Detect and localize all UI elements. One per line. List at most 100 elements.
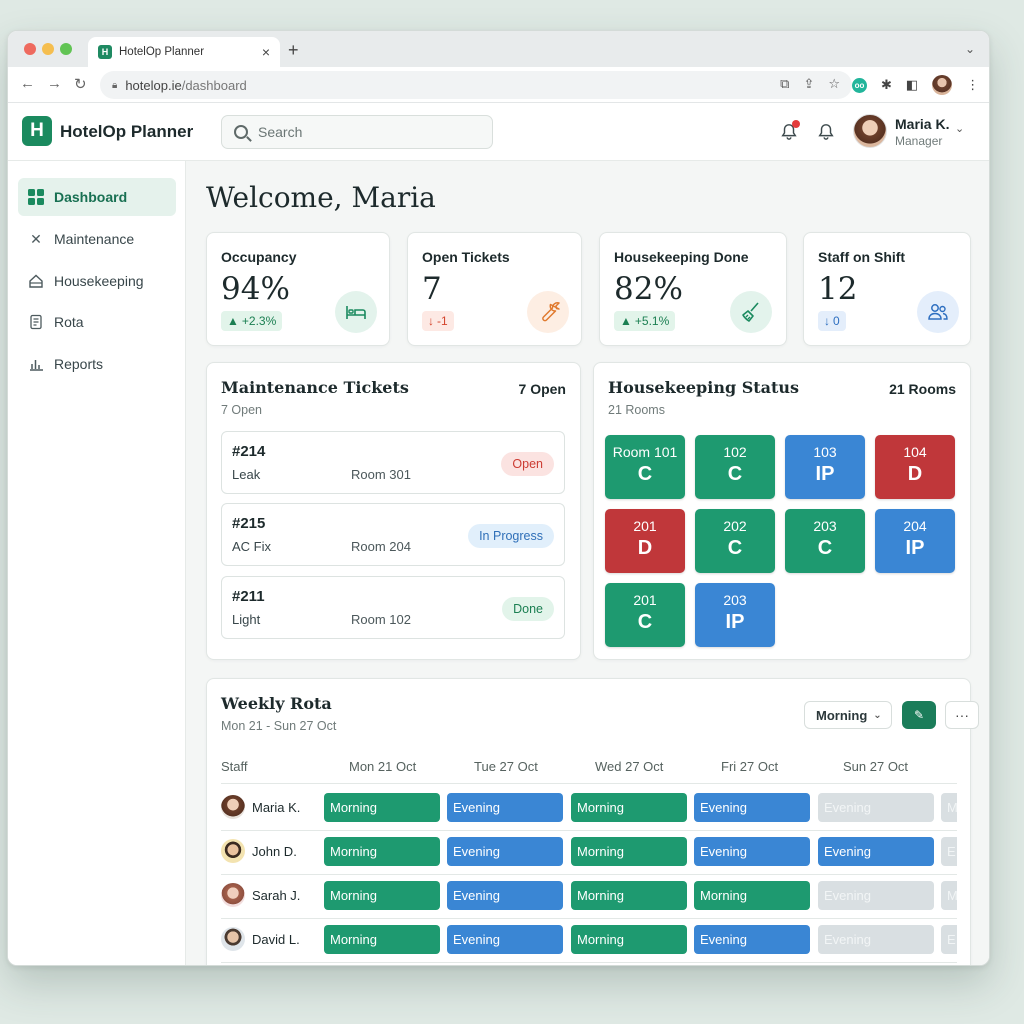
stat-value: 82% [614, 271, 683, 307]
tab-close-icon[interactable]: × [262, 44, 270, 60]
user-avatar[interactable] [853, 114, 887, 148]
room-tile[interactable]: 201 C [605, 583, 685, 647]
shift-block[interactable]: Morning [571, 925, 687, 954]
sidebar-item-maintenance[interactable]: ✕ Maintenance [18, 220, 176, 258]
ticket-card[interactable]: #214 Leak Room 301 Open [221, 431, 565, 494]
sidebar-item-rota[interactable]: Rota [18, 303, 176, 341]
notifications-bell-icon[interactable] [780, 120, 800, 141]
tab-title: HotelOp Planner [119, 46, 205, 58]
shift-block[interactable]: Evening [447, 793, 563, 822]
shift-block[interactable]: Evening [818, 881, 934, 910]
shift-block[interactable]: Morning [571, 837, 687, 866]
app-logo-icon[interactable]: H [22, 116, 52, 146]
reload-icon[interactable]: ↻ [74, 75, 87, 93]
stat-card-occupancy[interactable]: Occupancy 94% ▲ +2.3% [206, 232, 390, 346]
staff-name: Sarah J. [252, 888, 301, 903]
shift-block[interactable]: Evening [447, 837, 563, 866]
shift-block[interactable]: Evening [694, 837, 810, 866]
stat-card-housekeeping-done[interactable]: Housekeeping Done 82% ▲ +5.1% [599, 232, 787, 346]
ticket-room: Room 301 [351, 467, 411, 482]
room-tile[interactable]: 203 IP [695, 583, 775, 647]
shift-block[interactable]: E [941, 925, 957, 954]
browser-menu-icon[interactable]: ⋮ [966, 77, 979, 93]
alerts-bell-icon[interactable] [817, 123, 835, 141]
share-icon[interactable]: ⇪ [803, 76, 814, 92]
sidebar-item-dashboard[interactable]: Dashboard [18, 178, 176, 216]
room-tile[interactable]: 203 C [785, 509, 865, 573]
shift-block[interactable]: Morning [571, 793, 687, 822]
ticket-description: Leak [232, 467, 261, 482]
browser-tab[interactable]: H HotelOp Planner × [88, 37, 280, 67]
status-badge[interactable]: Done [502, 597, 554, 621]
room-tile[interactable]: Room 101 C [605, 435, 685, 499]
new-tab-button[interactable]: + [288, 40, 299, 61]
shift-block[interactable]: Evening [818, 793, 934, 822]
search-input[interactable]: Search [221, 115, 493, 149]
stat-value: 94% [221, 271, 290, 307]
ticket-card[interactable]: #215 AC Fix Room 204 In Progress [221, 503, 565, 566]
housekeeping-status-panel: Housekeeping Status 21 Rooms 21 Rooms Ro… [593, 362, 971, 660]
browser-profile-avatar[interactable] [932, 75, 953, 95]
room-status: C [817, 537, 833, 559]
shift-block[interactable]: Morning [694, 881, 810, 910]
url-path: /dashboard [181, 77, 247, 93]
back-arrow-icon[interactable]: ← [20, 75, 35, 92]
rota-column-header: Mon 21 Oct [349, 759, 417, 774]
shift-block[interactable]: M [941, 881, 957, 910]
status-badge[interactable]: In Progress [468, 524, 554, 548]
room-number: 203 [723, 592, 747, 608]
panel-subtitle: 7 Open [221, 403, 263, 417]
shift-block[interactable]: Evening [694, 793, 810, 822]
stat-delta-value: 0 [833, 314, 840, 328]
maximize-window-button[interactable] [60, 43, 72, 55]
shift-block[interactable]: Evening [694, 925, 810, 954]
room-tile[interactable]: 202 C [695, 509, 775, 573]
shift-block[interactable]: Evening [447, 881, 563, 910]
sidebar-item-housekeeping[interactable]: Housekeeping [18, 262, 176, 300]
close-window-button[interactable] [24, 43, 36, 55]
shift-block[interactable]: Morning [324, 837, 440, 866]
shift-block[interactable]: Morning [324, 925, 440, 954]
bookmark-star-icon[interactable]: ☆ [828, 76, 840, 92]
room-tile[interactable]: 201 D [605, 509, 685, 573]
stat-card-staff-on-shift[interactable]: Staff on Shift 12 ↓ 0 [803, 232, 971, 346]
people-icon [917, 291, 959, 333]
sidebar-item-reports[interactable]: Reports [18, 345, 176, 383]
address-bar[interactable]: 🔒︎ hotelop.ie/dashboard ⧉ ⇪ ☆ [100, 71, 852, 99]
shift-block[interactable]: E [941, 837, 957, 866]
divider [221, 874, 957, 875]
translate-icon[interactable]: ⧉ [780, 76, 789, 92]
room-tile[interactable]: 103 IP [785, 435, 865, 499]
shift-block[interactable]: Morning [571, 881, 687, 910]
tab-favicon-icon: H [98, 45, 112, 59]
user-menu-chevron-icon[interactable]: ⌄ [955, 122, 964, 135]
side-panel-icon[interactable]: ◧ [906, 77, 918, 93]
shift-block[interactable]: Evening [818, 837, 934, 866]
room-number: Room 101 [612, 444, 678, 460]
url-host: hotelop.ie [125, 77, 182, 93]
puzzle-extensions-icon[interactable]: ✱ [881, 77, 892, 93]
panel-title: Maintenance Tickets [221, 378, 409, 397]
staff-name: John D. [252, 844, 297, 859]
shift-block[interactable]: Morning [324, 881, 440, 910]
extension-icon[interactable]: oo [852, 77, 867, 93]
room-tile[interactable]: 102 C [695, 435, 775, 499]
shift-block[interactable]: M [941, 793, 957, 822]
ticket-card[interactable]: #211 Light Room 102 Done [221, 576, 565, 639]
status-badge[interactable]: Open [501, 452, 554, 476]
room-tile[interactable]: 104 D [875, 435, 955, 499]
shift-block[interactable]: Evening [447, 925, 563, 954]
tab-list-chevron-icon[interactable]: ⌄ [965, 42, 975, 56]
forward-arrow-icon[interactable]: → [47, 75, 62, 92]
user-name[interactable]: Maria K. [895, 116, 949, 132]
staff-name: Maria K. [252, 800, 301, 815]
stat-delta-badge: ▲ +2.3% [221, 311, 283, 331]
shift-block[interactable]: Morning [324, 793, 440, 822]
app-header: H HotelOp Planner Search Maria K. Manage… [8, 103, 989, 161]
minimize-window-button[interactable] [42, 43, 54, 55]
shift-block[interactable]: Evening [818, 925, 934, 954]
panel-subtitle: 21 Rooms [608, 403, 665, 417]
stat-card-open-tickets[interactable]: Open Tickets 7 ↓ -1 [407, 232, 582, 346]
room-tile[interactable]: 204 IP [875, 509, 955, 573]
app-name[interactable]: HotelOp Planner [60, 122, 193, 142]
